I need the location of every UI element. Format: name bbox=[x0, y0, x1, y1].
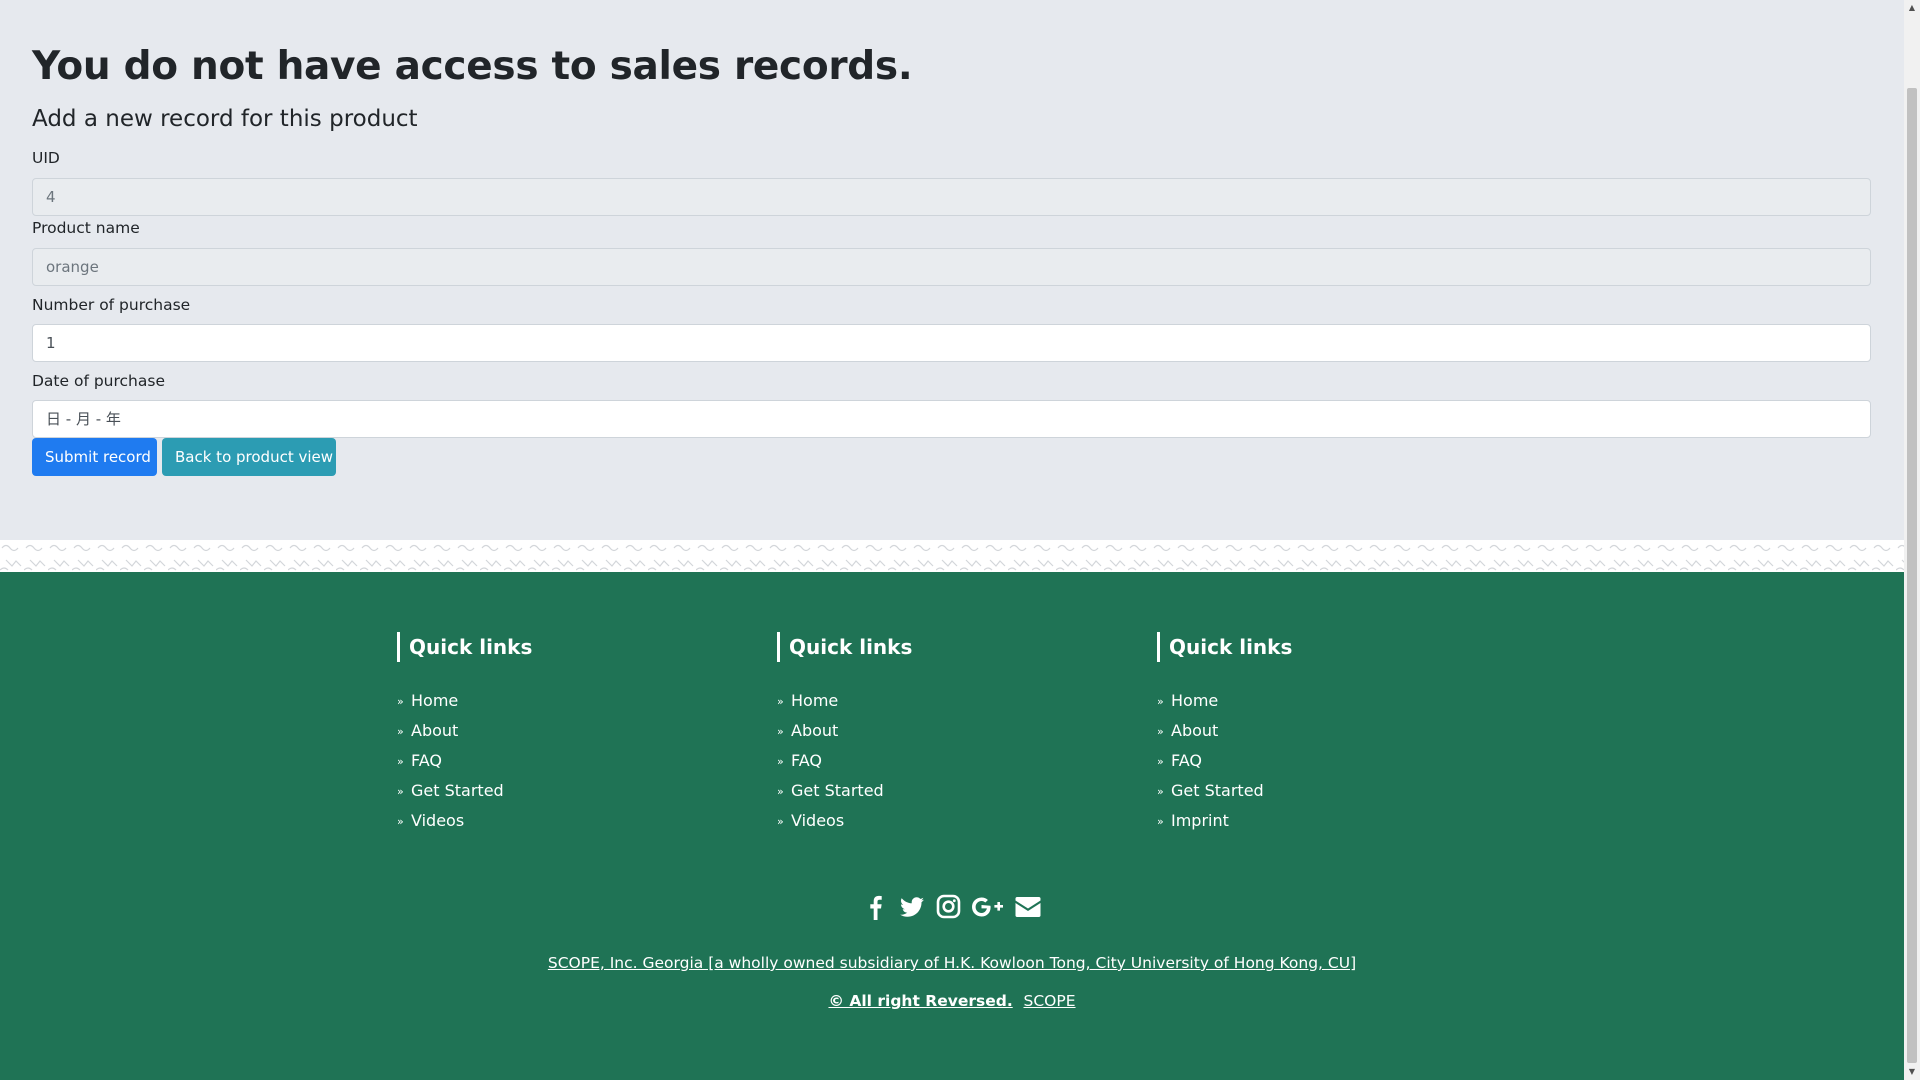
footer-column-title: Quick links bbox=[777, 632, 912, 662]
footer-link-videos[interactable]: » Videos bbox=[777, 806, 884, 836]
access-denied-heading: You do not have access to sales records. bbox=[32, 44, 913, 89]
footer-link-faq[interactable]: » FAQ bbox=[1157, 746, 1264, 776]
uid-label: UID bbox=[32, 149, 60, 167]
double-chevron-right-icon: » bbox=[777, 695, 784, 708]
footer-link-home[interactable]: » Home bbox=[397, 686, 504, 716]
footer-link-about[interactable]: » About bbox=[777, 716, 884, 746]
footer-link-about[interactable]: » About bbox=[1157, 716, 1264, 746]
double-chevron-right-icon: » bbox=[777, 725, 784, 738]
add-record-subheading: Add a new record for this product bbox=[32, 106, 418, 132]
footer-link-get-started[interactable]: » Get Started bbox=[1157, 776, 1264, 806]
submit-record-button[interactable]: Submit record bbox=[32, 438, 157, 476]
company-info: SCOPE, Inc. Georgia [a wholly owned subs… bbox=[0, 954, 1904, 972]
vertical-scrollbar[interactable]: ▲ ▼ bbox=[1904, 0, 1920, 1080]
footer-link-home[interactable]: » Home bbox=[1157, 686, 1264, 716]
footer-link-faq[interactable]: » FAQ bbox=[777, 746, 884, 776]
double-chevron-right-icon: » bbox=[1157, 725, 1164, 738]
product-name-label: Product name bbox=[32, 219, 140, 237]
double-chevron-right-icon: » bbox=[397, 695, 404, 708]
footer-link-videos[interactable]: » Videos bbox=[397, 806, 504, 836]
double-chevron-right-icon: » bbox=[1157, 695, 1164, 708]
envelope-icon[interactable] bbox=[1014, 894, 1042, 920]
google-plus-icon[interactable] bbox=[970, 894, 1006, 920]
double-chevron-right-icon: » bbox=[397, 725, 404, 738]
main-section: You do not have access to sales records.… bbox=[0, 0, 1904, 540]
footer-link-get-started[interactable]: » Get Started bbox=[777, 776, 884, 806]
number-of-purchase-field[interactable] bbox=[32, 324, 1871, 362]
footer-link-home[interactable]: » Home bbox=[777, 686, 884, 716]
footer-column-title: Quick links bbox=[397, 632, 532, 662]
footer-link-get-started[interactable]: » Get Started bbox=[397, 776, 504, 806]
double-chevron-right-icon: » bbox=[777, 755, 784, 768]
instagram-icon[interactable] bbox=[934, 894, 962, 920]
double-chevron-right-icon: » bbox=[397, 785, 404, 798]
footer-link-list: » Home » About » FAQ » Get Started » Videos bbox=[777, 686, 884, 836]
social-icons bbox=[0, 894, 1904, 920]
copyright-line: © All right Reversed. SCOPE bbox=[0, 992, 1904, 1010]
copyright-link[interactable]: © All right Reversed. bbox=[828, 992, 1012, 1010]
footer-link-list: » Home » About » FAQ » Get Started » Videos bbox=[397, 686, 504, 836]
decorative-wave-pattern bbox=[0, 540, 1904, 572]
footer-link-imprint[interactable]: » Imprint bbox=[1157, 806, 1264, 836]
date-of-purchase-field[interactable]: 日 - 月 - 年 bbox=[32, 400, 1871, 438]
twitter-icon[interactable] bbox=[898, 894, 926, 920]
double-chevron-right-icon: » bbox=[397, 815, 404, 828]
scope-brand-link[interactable]: SCOPE bbox=[1024, 992, 1076, 1010]
scroll-down-arrow-icon[interactable]: ▼ bbox=[1904, 1064, 1920, 1080]
footer-link-faq[interactable]: » FAQ bbox=[397, 746, 504, 776]
double-chevron-right-icon: » bbox=[777, 785, 784, 798]
footer-link-about[interactable]: » About bbox=[397, 716, 504, 746]
uid-field[interactable] bbox=[32, 178, 1871, 216]
scroll-up-arrow-icon[interactable]: ▲ bbox=[1904, 0, 1920, 16]
product-name-field[interactable] bbox=[32, 248, 1871, 286]
double-chevron-right-icon: » bbox=[1157, 785, 1164, 798]
double-chevron-right-icon: » bbox=[1157, 815, 1164, 828]
double-chevron-right-icon: » bbox=[777, 815, 784, 828]
site-footer: Quick links » Home » About » FAQ » Get Start… bbox=[0, 572, 1904, 1080]
footer-column-title: Quick links bbox=[1157, 632, 1292, 662]
page: You do not have access to sales records.… bbox=[0, 0, 1904, 1080]
company-info-link[interactable]: SCOPE, Inc. Georgia [a wholly owned subs… bbox=[548, 954, 1356, 972]
scrollbar-thumb[interactable] bbox=[1907, 88, 1917, 1063]
date-of-purchase-label: Date of purchase bbox=[32, 372, 165, 390]
double-chevron-right-icon: » bbox=[397, 755, 404, 768]
back-to-product-view-button[interactable]: Back to product view bbox=[162, 438, 336, 476]
number-of-purchase-label: Number of purchase bbox=[32, 296, 191, 314]
double-chevron-right-icon: » bbox=[1157, 755, 1164, 768]
footer-link-list: » Home » About » FAQ » Get Started » Imprint bbox=[1157, 686, 1264, 836]
facebook-icon[interactable] bbox=[862, 894, 890, 920]
